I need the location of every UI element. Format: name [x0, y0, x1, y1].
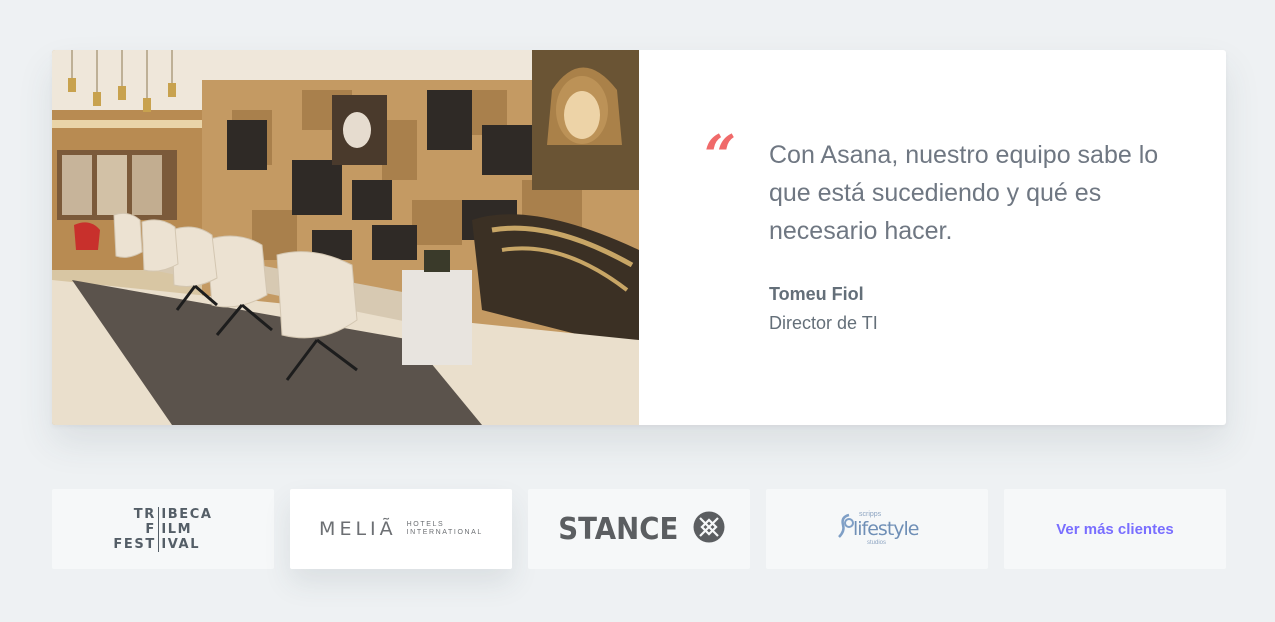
testimonial-quote-panel: “ Con Asana, nuestro equipo sabe lo que …	[639, 50, 1226, 425]
client-logo-tribeca[interactable]: TR IBECA F ILM FEST IVAL	[52, 489, 274, 569]
lifestyle-logo-top: scripps	[859, 511, 882, 518]
lifestyle-logo-bottom: studios	[867, 540, 887, 546]
logo-text: IVAL	[161, 536, 201, 552]
testimonial-card: “ Con Asana, nuestro equipo sabe lo que …	[52, 50, 1226, 425]
client-logo-lifestyle[interactable]: scripps lifestyle studios	[766, 489, 988, 569]
melia-sub-line1: HOTELS	[406, 521, 445, 528]
more-clients-label: Ver más clientes	[1056, 520, 1174, 538]
logo-text: IBECA	[161, 506, 213, 522]
hotel-lobby-photo	[52, 50, 639, 425]
melia-logo-subtext: HOTELS INTERNATIONAL	[407, 521, 483, 537]
more-clients-link[interactable]: Ver más clientes	[1004, 489, 1226, 569]
testimonial-role: Director de TI	[769, 313, 878, 333]
logo-text: ILM	[161, 521, 193, 537]
client-logo-stance[interactable]: STANCE	[528, 489, 750, 569]
melia-logo-text: MELIÃ	[319, 518, 397, 540]
melia-sub-line2: INTERNATIONAL	[406, 529, 483, 536]
logo-text: FEST	[113, 536, 156, 552]
lifestyle-logo-main: lifestyle	[853, 518, 919, 540]
testimonial-quote: Con Asana, nuestro equipo sabe lo que es…	[769, 141, 1159, 245]
melia-logo: MELIÃ HOTELS INTERNATIONAL	[319, 518, 483, 540]
quote-mark-icon: “	[704, 123, 737, 189]
logo-text: F	[145, 521, 156, 537]
logo-text: TR	[133, 506, 156, 522]
testimonial-author: Tomeu Fiol	[769, 284, 864, 304]
stance-logo-text: STANCE	[557, 511, 679, 547]
tribeca-film-festival-logo: TR IBECA F ILM FEST IVAL	[113, 506, 213, 552]
scripps-lifestyle-studios-logo: scripps lifestyle studios	[837, 509, 919, 549]
stance-logo: STANCE	[553, 511, 726, 548]
client-logo-strip: TR IBECA F ILM FEST IVAL MELIÃ HOTELS IN…	[52, 489, 1226, 569]
stance-x-icon	[693, 511, 725, 548]
client-logo-melia[interactable]: MELIÃ HOTELS INTERNATIONAL	[290, 489, 512, 569]
